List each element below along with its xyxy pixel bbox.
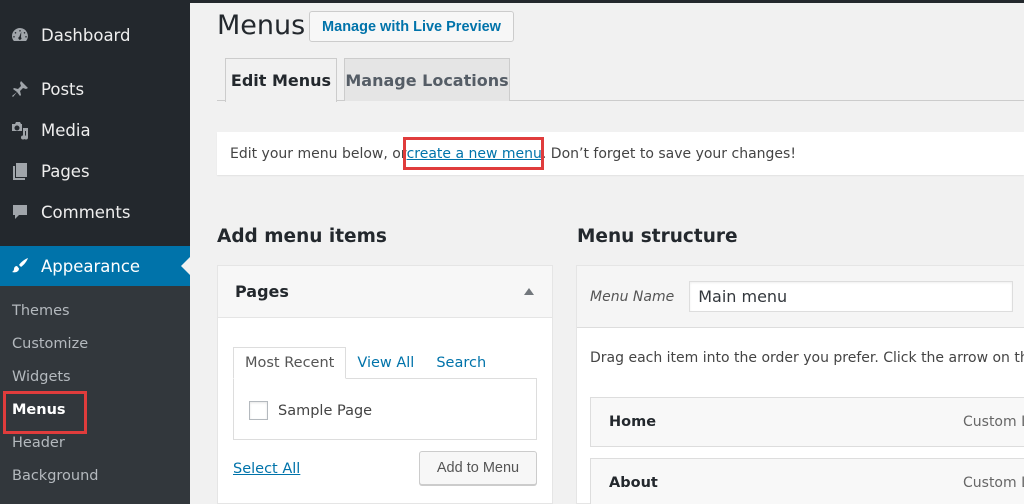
- media-icon: [9, 120, 31, 140]
- paintbrush-icon: [9, 256, 31, 276]
- submenu-item-themes[interactable]: Themes: [12, 303, 70, 319]
- menus-highlight-annotation: [3, 391, 87, 434]
- tab-manage-locations[interactable]: Manage Locations: [344, 58, 510, 101]
- menu-item-about[interactable]: About Custom Li: [590, 458, 1024, 504]
- notice-text-after: . Don’t forget to save your changes!: [541, 145, 796, 162]
- pushpin-icon: [9, 79, 31, 99]
- menu-item-home[interactable]: Home Custom Li: [590, 397, 1024, 447]
- tab-search[interactable]: Search: [425, 347, 497, 379]
- menu-structure-panel: Menu Name Drag each item into the order …: [576, 265, 1024, 504]
- sidebar-item-dashboard[interactable]: Dashboard: [0, 18, 190, 52]
- sidebar-item-comments[interactable]: Comments: [0, 195, 190, 229]
- sidebar-item-appearance[interactable]: Appearance: [0, 246, 190, 286]
- pages-icon: [9, 161, 31, 181]
- tab-edit-menus[interactable]: Edit Menus: [225, 58, 337, 102]
- menu-item-type: Custom Li: [963, 475, 1024, 491]
- sidebar-item-label: Dashboard: [41, 25, 131, 45]
- sidebar-item-label: Comments: [41, 202, 131, 222]
- menu-item-title: About: [609, 475, 658, 491]
- comment-icon: [9, 202, 31, 222]
- tab-most-recent[interactable]: Most Recent: [233, 347, 347, 379]
- sidebar-item-label: Pages: [41, 161, 90, 181]
- most-recent-panel: Sample Page: [233, 378, 537, 440]
- current-menu-arrow: [181, 257, 190, 275]
- submenu-item-background[interactable]: Background: [12, 468, 99, 484]
- pages-accordion-header[interactable]: Pages: [218, 266, 552, 318]
- select-all-link[interactable]: Select All: [233, 461, 300, 477]
- submenu-item-header[interactable]: Header: [12, 435, 65, 451]
- notice-text-before: Edit your menu below, or: [230, 145, 407, 162]
- pages-accordion-title: Pages: [235, 282, 289, 301]
- pages-tabs: Most Recent View All Search: [233, 347, 497, 379]
- collapse-arrow-icon[interactable]: [524, 288, 534, 295]
- pages-accordion: Pages Most Recent View All Search Sample…: [217, 265, 553, 504]
- sidebar-item-pages[interactable]: Pages: [0, 154, 190, 188]
- menu-name-input[interactable]: [689, 281, 1014, 312]
- sidebar-item-posts[interactable]: Posts: [0, 72, 190, 106]
- create-menu-highlight-annotation: [403, 137, 544, 170]
- add-menu-items-title: Add menu items: [217, 226, 387, 247]
- sample-page-checkbox[interactable]: [249, 401, 268, 420]
- sidebar-item-label: Appearance: [41, 256, 141, 276]
- page-item-sample-page[interactable]: Sample Page: [249, 401, 372, 420]
- dashboard-icon: [9, 25, 31, 45]
- menu-name-label: Menu Name: [590, 288, 675, 305]
- drag-instructions: Drag each item into the order you prefer…: [590, 350, 1024, 366]
- tab-view-all[interactable]: View All: [346, 347, 425, 379]
- page-title: Menus: [217, 10, 306, 41]
- menu-item-title: Home: [609, 414, 657, 430]
- manage-live-preview-button[interactable]: Manage with Live Preview: [309, 11, 514, 42]
- sidebar-item-label: Posts: [41, 79, 85, 99]
- menu-name-row: Menu Name: [577, 266, 1024, 328]
- add-to-menu-button[interactable]: Add to Menu: [419, 451, 537, 485]
- submenu-item-widgets[interactable]: Widgets: [12, 369, 71, 385]
- tabs-divider: [217, 100, 1024, 101]
- sidebar-item-media[interactable]: Media: [0, 113, 190, 147]
- sidebar-item-label: Media: [41, 120, 91, 140]
- edit-menu-notice: Edit your menu below, or create a new me…: [217, 132, 1024, 175]
- submenu-item-customize[interactable]: Customize: [12, 336, 88, 352]
- menu-item-type: Custom Li: [963, 414, 1024, 430]
- page-item-label: Sample Page: [278, 402, 373, 419]
- menu-structure-title: Menu structure: [577, 226, 738, 247]
